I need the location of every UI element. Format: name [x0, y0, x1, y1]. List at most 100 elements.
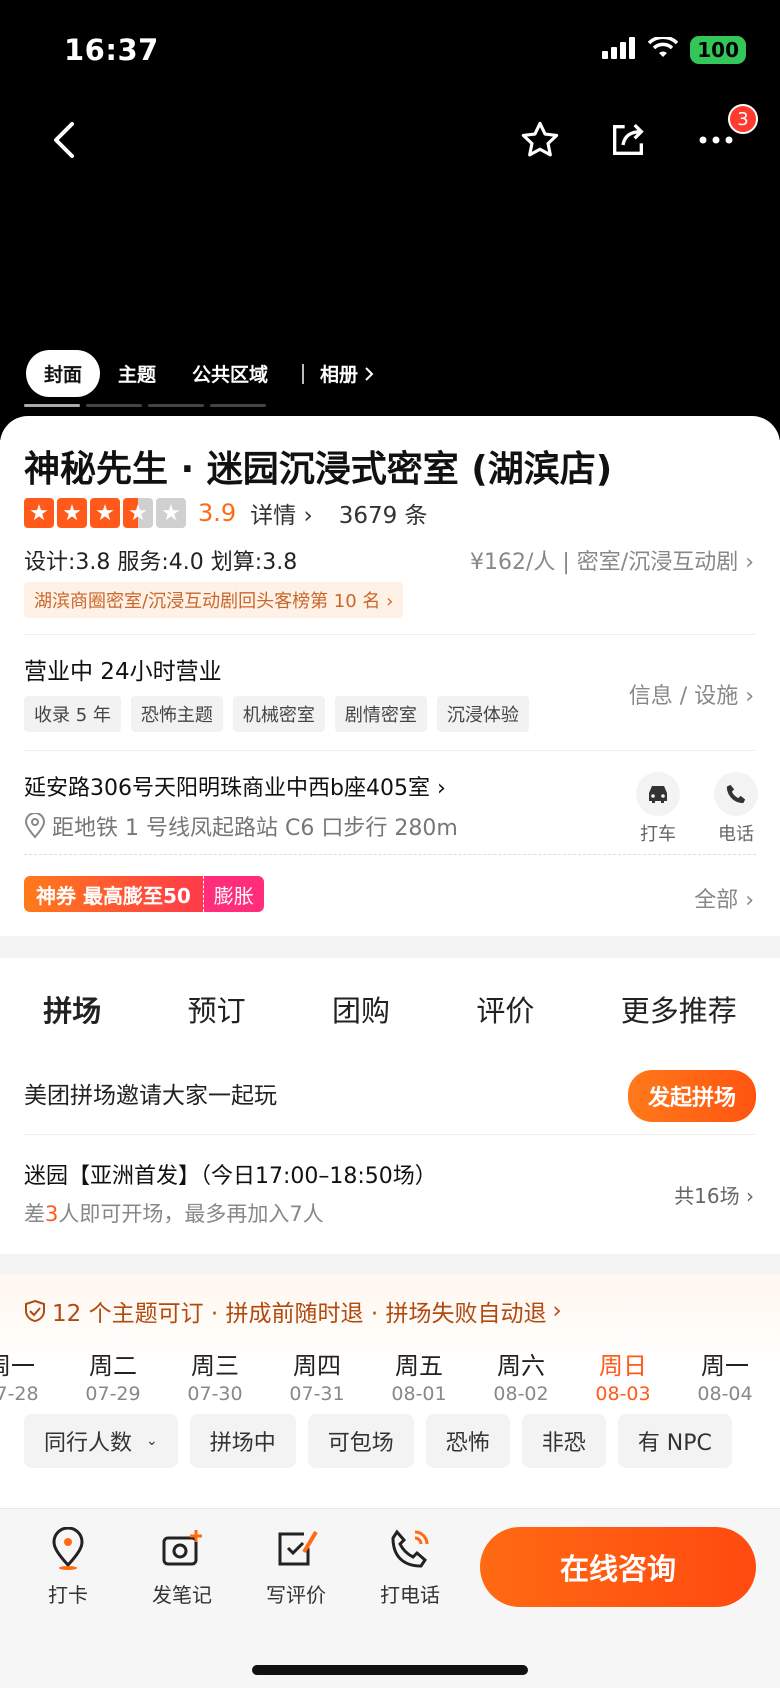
more-dots-icon [699, 136, 733, 144]
post-note-button[interactable]: 发笔记 [144, 1525, 220, 1608]
notification-badge: 3 [728, 104, 758, 134]
session-title[interactable]: 迷园【亚洲首发】（今日17:00–18:50场） [24, 1158, 437, 1190]
tab-group-play[interactable]: 拼场 [43, 988, 101, 1032]
phone-call-icon [391, 1529, 429, 1568]
more-button[interactable]: 3 [692, 104, 758, 164]
shop-name: 神秘先生 · 迷园沉浸式密室 (湖滨店) [24, 449, 613, 490]
tab-group-buy[interactable]: 团购 [332, 988, 390, 1030]
filter-chips: 同行人数 ⌄ 拼场中 可包场 恐怖 非恐 有 NPC [24, 1414, 732, 1468]
policy-text: 12 个主题可订 · 拼成前随时退 · 拼场失败自动退 [52, 1301, 547, 1327]
policy-banner[interactable]: 12 个主题可订 · 拼成前随时退 · 拼场失败自动退 › [24, 1294, 562, 1328]
star-half-icon: ★ [123, 498, 153, 528]
session-count-link[interactable]: 共16场 › [674, 1180, 754, 1209]
divider [24, 750, 756, 751]
share-button[interactable] [604, 116, 652, 164]
address-link[interactable]: 延安路306号天阳明珠商业中西b座405室 › [24, 770, 446, 802]
edit-review-icon [278, 1530, 318, 1566]
write-review-button[interactable]: 写评价 [258, 1525, 334, 1608]
filter-chip[interactable]: 恐怖 [425, 1414, 510, 1468]
rating-detail-link[interactable]: 详情 › [250, 496, 313, 530]
wifi-icon [648, 35, 679, 63]
date-item[interactable]: 周一07-28 [0, 1346, 62, 1405]
all-coupons-link[interactable]: 全部 › [694, 882, 754, 914]
share-icon [613, 123, 644, 155]
date-item[interactable]: 周五 08-01 [368, 1346, 470, 1405]
chevron-right-icon: › [552, 1298, 562, 1324]
photo-tab-theme[interactable]: 主题 [100, 350, 174, 397]
date-item[interactable]: 周六 08-02 [470, 1346, 572, 1405]
photo-tab-public[interactable]: 公共区域 [174, 350, 286, 397]
filter-chip[interactable]: 非恐 [521, 1414, 606, 1468]
home-indicator [252, 1665, 528, 1675]
top-nav: 3 [40, 104, 758, 170]
shop-tag: 机械密室 [232, 696, 325, 732]
camera-plus-icon [162, 1530, 202, 1566]
tab-more[interactable]: 更多推荐 [621, 988, 737, 1030]
photo-indicators [24, 404, 266, 407]
signal-icon [602, 37, 636, 63]
filter-party-size[interactable]: 同行人数 ⌄ [24, 1414, 178, 1468]
indicator [24, 404, 80, 407]
date-item-selected[interactable]: 周日 08-03 [572, 1346, 674, 1405]
phone-button[interactable]: 电话 [714, 772, 758, 846]
indicator [86, 404, 142, 407]
shop-tag: 沉浸体验 [436, 696, 529, 732]
filter-chip[interactable]: 可包场 [307, 1414, 414, 1468]
info-facilities-link[interactable]: 信息 / 设施 › [629, 678, 754, 710]
chevron-down-icon: ⌄ [146, 1433, 158, 1449]
battery-indicator: 100 [690, 36, 746, 64]
coupon-banner[interactable]: 神券 最高膨至50 膨胀 [24, 876, 264, 912]
phone-icon [726, 784, 746, 804]
filter-chip[interactable]: 有 NPC [617, 1414, 732, 1468]
star-rating: ★ ★ ★ ★ ★ [24, 498, 186, 528]
car-icon [649, 786, 667, 803]
tab-booking[interactable]: 预订 [188, 988, 246, 1030]
post-note-label: 发笔记 [152, 1583, 212, 1607]
coupon-main: 神券 最高膨至50 [24, 876, 203, 912]
main-tabs: 拼场 预订 团购 评价 更多推荐 [0, 988, 780, 1032]
album-link[interactable]: 相册 [320, 360, 374, 387]
filter-chip[interactable]: 拼场中 [189, 1414, 296, 1468]
metro-text: 距地铁 1 号线凤起路站 C6 口步行 280m [52, 816, 458, 841]
tab-reviews[interactable]: 评价 [476, 988, 534, 1030]
date-item[interactable]: 周二 07-29 [62, 1346, 164, 1405]
review-count[interactable]: 3679 条 [339, 496, 428, 530]
start-group-button[interactable]: 发起拼场 [627, 1070, 756, 1122]
call-button[interactable]: 打电话 [372, 1525, 448, 1608]
write-review-label: 写评价 [266, 1583, 326, 1607]
status-icons: 100 [602, 35, 746, 64]
metro-info: 距地铁 1 号线凤起路站 C6 口步行 280m [24, 810, 458, 842]
online-consult-button[interactable]: 在线咨询 [480, 1527, 756, 1607]
shop-tag: 恐怖主题 [130, 696, 223, 732]
checkin-label: 打卡 [48, 1583, 88, 1607]
bottom-action-bar: 打卡 发笔记 写评价 打电话 在线咨询 [0, 1508, 780, 1688]
back-button[interactable] [40, 116, 88, 164]
shield-check-icon [25, 1299, 45, 1323]
star-full-icon: ★ [90, 498, 120, 528]
indicator [210, 404, 266, 407]
favorite-button[interactable] [516, 116, 564, 164]
photo-tab-cover[interactable]: 封面 [26, 350, 101, 397]
address-actions: 打车 电话 [636, 772, 758, 846]
phone-label: 电话 [718, 824, 754, 845]
price-category-link[interactable]: ¥162/人 | 密室/沉浸互动剧 › [470, 544, 754, 576]
date-item[interactable]: 周三 07-30 [164, 1346, 266, 1405]
status-bar: 16:37 100 [64, 30, 746, 70]
dashed-divider [24, 854, 756, 855]
date-item[interactable]: 周一 08-04 [674, 1346, 776, 1405]
rank-tag[interactable]: 湖滨商圈密室/沉浸互动剧回头客榜第 10 名 › [24, 582, 404, 618]
sub-scores: 设计:3.8 服务:4.0 划算:3.8 [24, 550, 298, 575]
star-full-icon: ★ [57, 498, 87, 528]
schedule-section: 12 个主题可订 · 拼成前随时退 · 拼场失败自动退 › 周一07-28 周二… [0, 1274, 780, 1514]
checkin-button[interactable]: 打卡 [30, 1525, 106, 1608]
status-time: 16:37 [64, 33, 159, 67]
divider [24, 634, 756, 635]
date-item[interactable]: 周四 07-31 [266, 1346, 368, 1405]
location-checkin-icon [52, 1527, 84, 1570]
star-outline-icon [521, 121, 559, 157]
taxi-label: 打车 [640, 824, 676, 845]
business-hours: 营业中 24小时营业 [24, 659, 222, 685]
taxi-button[interactable]: 打车 [636, 772, 680, 846]
invite-text: 美团拼场邀请大家一起玩 [24, 1083, 277, 1109]
rating-row: ★ ★ ★ ★ ★ 3.9 详情 › 3679 条 [24, 496, 428, 530]
